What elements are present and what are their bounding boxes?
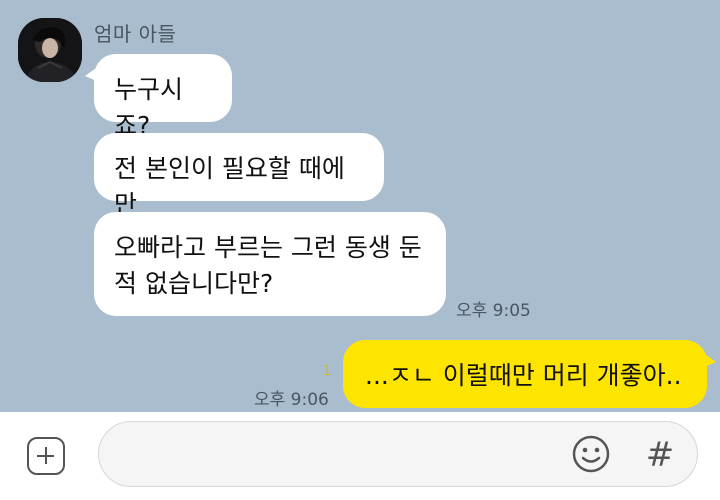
message-text: 전 본인이 필요할 때에만 <box>114 154 345 219</box>
received-timestamp: 오후 9:05 <box>456 301 531 321</box>
profile-photo-icon <box>18 18 82 82</box>
hashtag-icon[interactable]: # <box>645 436 675 474</box>
received-message-bubble[interactable]: 전 본인이 필요할 때에만 <box>94 133 384 219</box>
unread-count: 1 <box>323 364 332 379</box>
chat-room: 엄마 아들 누구시죠? 전 본인이 필요할 때에만 오빠라고 부르는 그런 동생… <box>0 0 720 412</box>
received-message-bubble[interactable]: 누구시죠? <box>85 54 232 140</box>
emoji-icon[interactable] <box>571 434 611 474</box>
sent-timestamp: 오후 9:06 <box>254 390 329 410</box>
message-text: ...ㅈㄴ 이럴때만 머리 개좋아.. <box>365 361 682 390</box>
sender-avatar[interactable] <box>18 18 82 82</box>
plus-icon[interactable] <box>27 437 65 475</box>
smiley-icon <box>572 435 610 473</box>
message-text: 누구시죠? <box>114 75 184 140</box>
sent-message-bubble[interactable]: ...ㅈㄴ 이럴때만 머리 개좋아.. <box>343 340 716 408</box>
received-message-bubble[interactable]: 오빠라고 부르는 그런 동생 둔 적 없습니다만? <box>94 212 446 316</box>
sender-name: 엄마 아들 <box>94 22 177 46</box>
message-text-line: 적 없습니다만? <box>114 269 274 298</box>
message-text-line: 오빠라고 부르는 그런 동생 둔 <box>114 233 422 262</box>
